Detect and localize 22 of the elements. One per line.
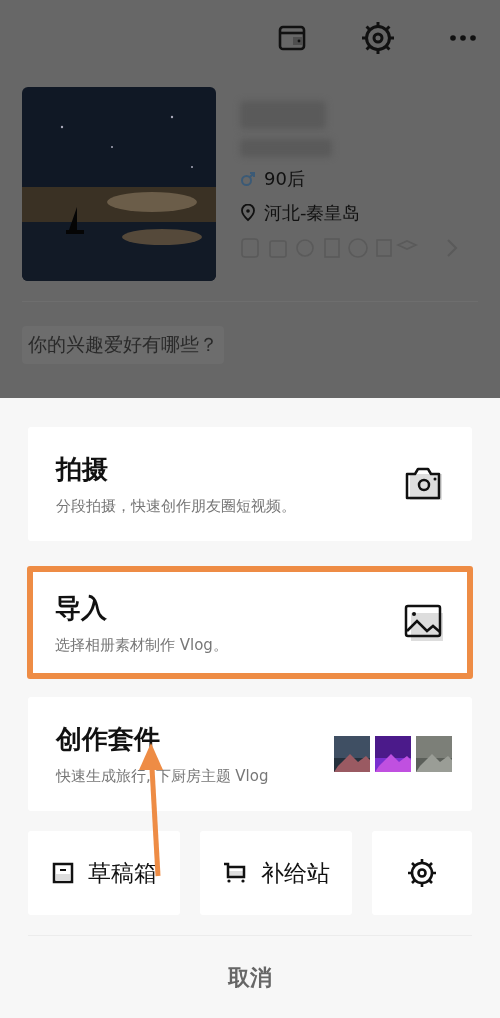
image-icon bbox=[403, 602, 443, 643]
age-text: 90后 bbox=[264, 167, 305, 191]
option-card[interactable]: 导入 选择相册素材制作 Vlog。 bbox=[27, 566, 473, 679]
camera-icon bbox=[404, 466, 444, 502]
option-subtitle: 分段拍摄，快速创作朋友圈短视频。 bbox=[56, 497, 296, 516]
cart-icon bbox=[222, 862, 247, 884]
male-icon bbox=[240, 171, 256, 187]
option-card[interactable]: 拍摄 分段拍摄，快速创作朋友圈短视频。 bbox=[28, 427, 472, 541]
cancel-button[interactable]: 取消 bbox=[222, 962, 278, 994]
tool-button[interactable]: 补给站 bbox=[200, 831, 352, 915]
location-text: 河北-秦皇岛 bbox=[264, 201, 361, 225]
option-title: 拍摄 bbox=[56, 453, 109, 486]
option-subtitle: 选择相册素材制作 Vlog。 bbox=[55, 635, 228, 655]
wallet-icon[interactable] bbox=[278, 24, 306, 52]
settings-button[interactable] bbox=[372, 831, 472, 915]
more-icon[interactable] bbox=[450, 34, 476, 42]
option-subtitle: 快速生成旅行, 下厨房主题 Vlog bbox=[56, 767, 269, 786]
draft-box-icon bbox=[51, 862, 74, 884]
settings-icon[interactable] bbox=[408, 859, 436, 887]
option-title: 导入 bbox=[55, 591, 108, 625]
tool-button[interactable]: 草稿箱 bbox=[28, 831, 180, 915]
location-pin-icon bbox=[240, 204, 256, 222]
